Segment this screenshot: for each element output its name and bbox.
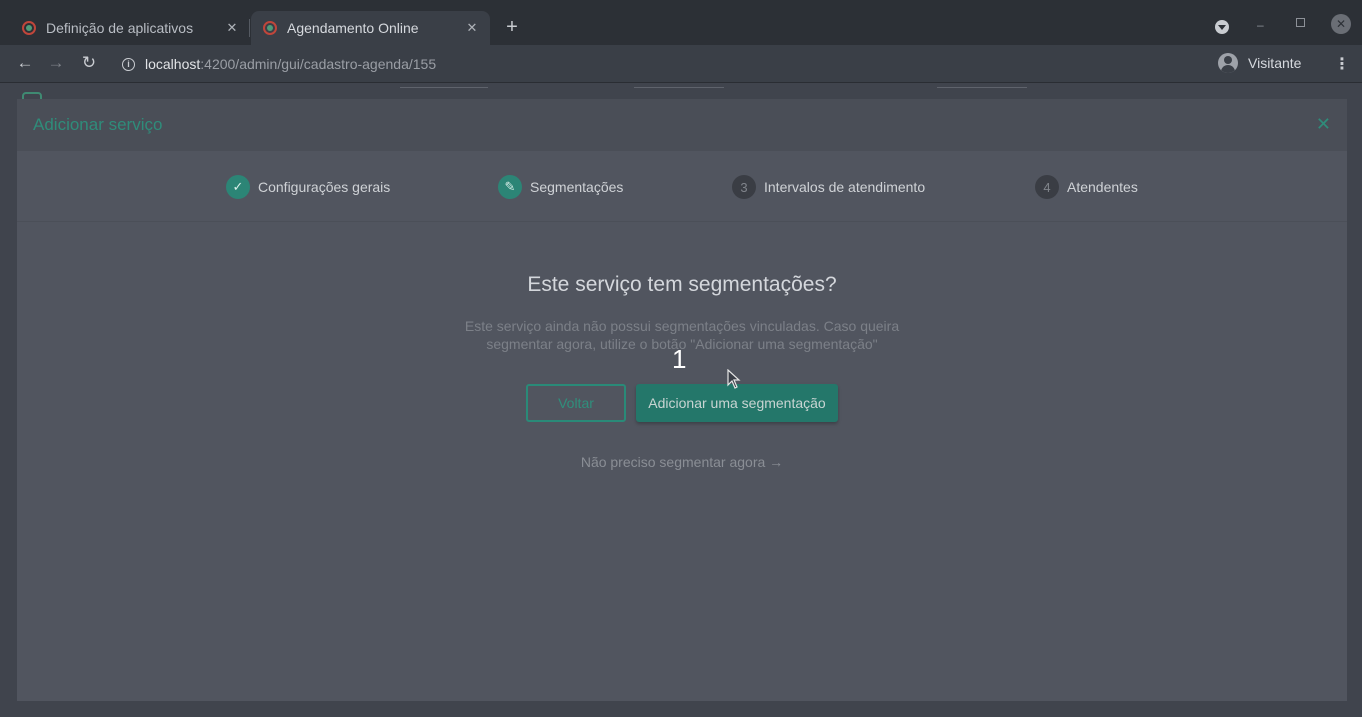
add-service-modal: Adicionar serviço ✕ ✓ Configurações gera…	[17, 99, 1347, 701]
step-number: 3	[732, 175, 756, 199]
step-connector	[634, 87, 724, 88]
step-number: 4	[1035, 175, 1059, 199]
app-favicon-icon	[22, 21, 36, 35]
tab-close-icon[interactable]: ✕	[224, 20, 240, 36]
minimize-icon[interactable]: –	[1257, 18, 1264, 32]
site-info-icon[interactable]: i	[122, 57, 135, 71]
step-label: Configurações gerais	[258, 179, 391, 195]
tab-divider	[249, 19, 250, 37]
forward-arrow-icon[interactable]: →	[46, 53, 66, 73]
step-label: Atendentes	[1067, 179, 1138, 195]
url-host: localhost	[145, 56, 201, 72]
url-path: :4200/admin/gui/cadastro-agenda/155	[200, 56, 437, 72]
modal-close-icon[interactable]: ✕	[1316, 114, 1331, 134]
browser-toolbar: ← → ↻ i localhost:4200/admin/gui/cadastr…	[0, 45, 1362, 83]
step-label: Segmentações	[530, 179, 624, 195]
new-tab-button[interactable]: +	[502, 17, 522, 37]
arrow-right-icon: →	[769, 454, 784, 470]
step-configuracoes-gerais[interactable]: ✓ Configurações gerais	[226, 175, 390, 199]
tab-title: Agendamento Online	[287, 20, 419, 36]
action-buttons: Voltar Adicionar uma segmentação	[526, 384, 838, 422]
check-icon: ✓	[226, 175, 250, 199]
window-close-icon[interactable]: ✕	[1331, 14, 1351, 34]
profile-name: Visitante	[1248, 55, 1302, 71]
modal-title: Adicionar serviço	[33, 115, 163, 134]
step-atendentes[interactable]: 4 Atendentes	[1035, 175, 1138, 199]
add-segmentation-button[interactable]: Adicionar uma segmentação	[636, 384, 838, 422]
modal-header: Adicionar serviço ✕	[17, 99, 1347, 151]
maximize-icon[interactable]	[1296, 18, 1305, 27]
segmentation-empty-state: Este serviço tem segmentações? Este serv…	[17, 273, 1347, 470]
pencil-icon: ✎	[498, 175, 522, 199]
back-button[interactable]: Voltar	[526, 384, 626, 422]
profile-avatar-icon	[1218, 53, 1238, 73]
app-favicon-icon	[263, 21, 277, 35]
browser-menu-icon[interactable]: ⋮	[1334, 54, 1350, 74]
tab-definicao-aplicativos[interactable]: Definição de aplicativos ✕	[0, 11, 250, 45]
empty-state-title: Este serviço tem segmentações?	[527, 273, 837, 296]
skip-link-label: Não preciso segmentar agora	[580, 454, 766, 470]
tab-close-icon[interactable]: ✕	[464, 20, 480, 36]
reload-icon[interactable]: ↻	[79, 53, 99, 73]
click-annotation-number: 1	[672, 344, 687, 374]
tab-search-icon[interactable]	[1215, 20, 1229, 34]
step-segmentacoes[interactable]: ✎ Segmentações	[498, 175, 623, 199]
tab-agendamento-online[interactable]: Agendamento Online ✕	[251, 11, 490, 45]
tab-strip: Definição de aplicativos ✕ Agendamento O…	[0, 0, 1362, 45]
tab-title: Definição de aplicativos	[46, 20, 194, 36]
stepper: ✓ Configurações gerais ✎ Segmentações 3 …	[17, 151, 1347, 222]
skip-segmentation-link[interactable]: Não preciso segmentar agora →	[17, 454, 1347, 470]
back-arrow-icon[interactable]: ←	[15, 53, 35, 73]
step-connector	[400, 87, 488, 88]
mouse-cursor-icon	[727, 369, 741, 389]
step-connector	[937, 87, 1027, 88]
address-bar[interactable]: i localhost:4200/admin/gui/cadastro-agen…	[110, 49, 1200, 79]
profile-button[interactable]: Visitante	[1218, 53, 1301, 73]
step-intervalos-atendimento[interactable]: 3 Intervalos de atendimento	[732, 175, 925, 199]
step-label: Intervalos de atendimento	[764, 179, 926, 195]
